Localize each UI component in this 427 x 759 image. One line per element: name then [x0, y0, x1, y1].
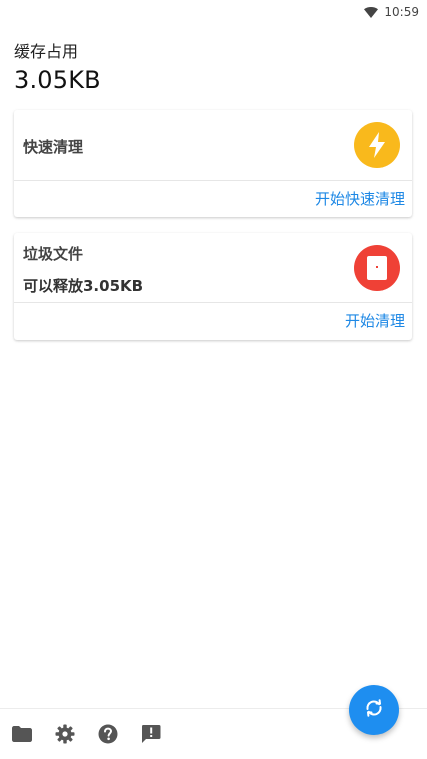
refresh-icon [363, 697, 385, 723]
junk-files-title: 垃圾文件 [23, 245, 84, 263]
status-bar: 10:59 [0, 0, 427, 24]
refresh-button[interactable] [349, 685, 399, 735]
cache-label: 缓存占用 [14, 42, 79, 61]
lightning-icon [354, 122, 400, 168]
quick-clean-card: 快速清理 开始快速清理 [14, 110, 412, 217]
junk-files-card: 垃圾文件 可以释放3.05KB 开始清理 [14, 233, 412, 340]
start-clean-button[interactable]: 开始清理 [14, 303, 412, 339]
wifi-icon [364, 6, 379, 18]
junk-files-card-body: 垃圾文件 可以释放3.05KB [14, 233, 412, 303]
quick-clean-card-body: 快速清理 [14, 110, 412, 181]
gear-icon[interactable] [54, 724, 75, 745]
cache-size: 3.05KB [14, 66, 101, 94]
feedback-icon[interactable] [140, 724, 161, 745]
quick-clean-title: 快速清理 [23, 138, 84, 156]
start-quick-clean-button[interactable]: 开始快速清理 [14, 181, 412, 217]
junk-files-size: 可以释放3.05KB [23, 277, 144, 295]
cache-summary: 缓存占用 3.05KB [14, 38, 101, 94]
status-time: 10:59 [384, 5, 419, 19]
document-icon [354, 245, 400, 291]
help-icon[interactable] [97, 724, 118, 745]
folder-icon[interactable] [11, 724, 32, 745]
